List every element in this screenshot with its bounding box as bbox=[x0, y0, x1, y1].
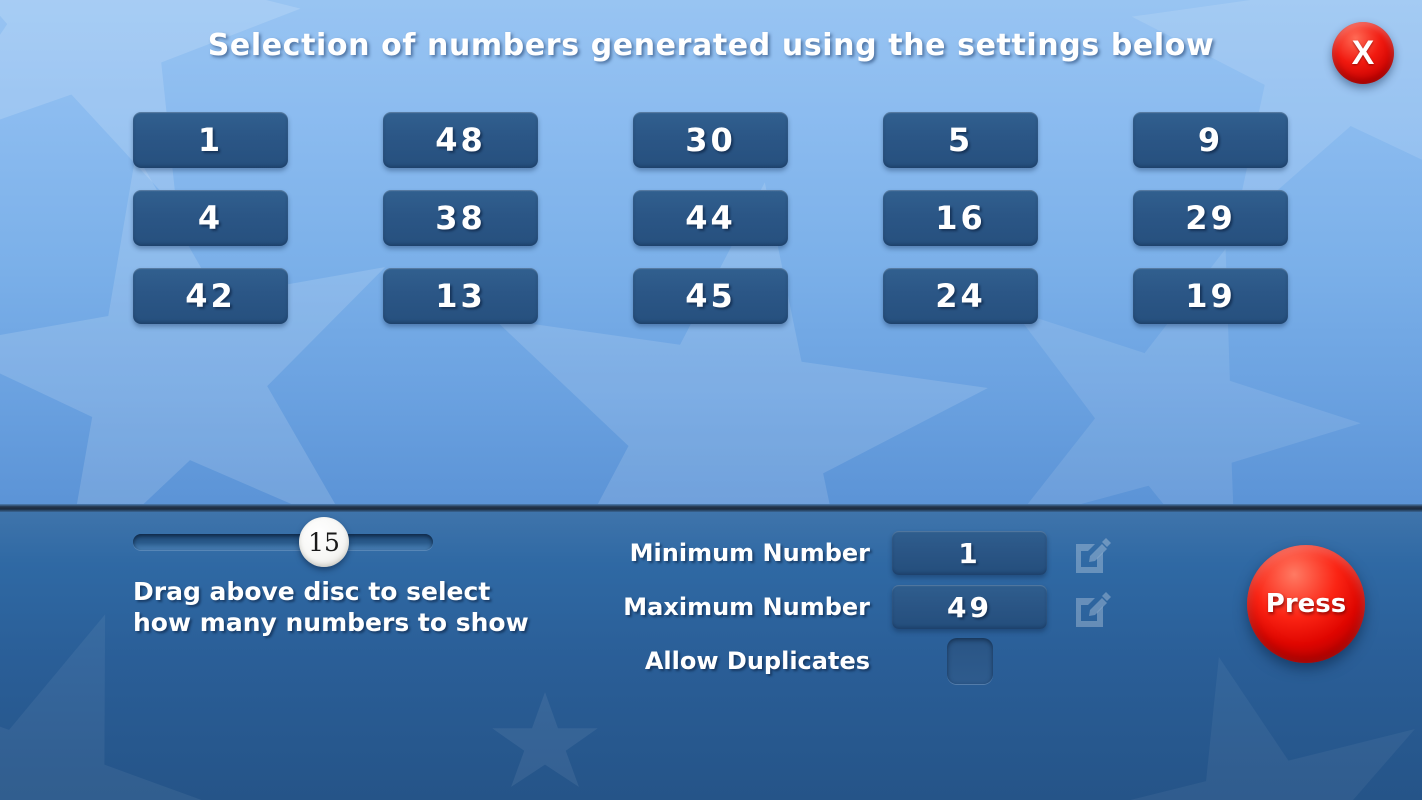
press-button-label: Press bbox=[1265, 589, 1347, 619]
count-slider-caption: Drag above disc to select how many numbe… bbox=[133, 576, 529, 638]
minimum-number-field[interactable]: 1 bbox=[892, 531, 1047, 575]
minimum-number-label: Minimum Number bbox=[629, 539, 870, 567]
press-button[interactable]: Press bbox=[1247, 545, 1365, 663]
number-tile: 5 bbox=[883, 112, 1038, 168]
maximum-number-field[interactable]: 49 bbox=[892, 585, 1047, 629]
allow-duplicates-label: Allow Duplicates bbox=[644, 647, 870, 675]
number-tile: 29 bbox=[1133, 190, 1288, 246]
maximum-number-label: Maximum Number bbox=[623, 593, 870, 621]
settings-rows: Minimum Number 1 Maximum Number 49 Allow… bbox=[600, 526, 1125, 688]
settings-panel: 15 Drag above disc to select how many nu… bbox=[0, 512, 1422, 800]
number-tile: 13 bbox=[383, 268, 538, 324]
number-tile: 16 bbox=[883, 190, 1038, 246]
count-slider-track[interactable]: 15 bbox=[133, 517, 433, 567]
count-slider-value: 15 bbox=[308, 527, 340, 557]
panel-divider bbox=[0, 504, 1422, 512]
close-button[interactable]: X bbox=[1332, 22, 1394, 84]
page-title: Selection of numbers generated using the… bbox=[207, 28, 1215, 63]
number-tile: 9 bbox=[1133, 112, 1288, 168]
number-tile: 24 bbox=[883, 268, 1038, 324]
edit-maximum-icon[interactable] bbox=[1069, 585, 1113, 629]
caption-line-2: how many numbers to show bbox=[133, 608, 529, 637]
results-panel: Selection of numbers generated using the… bbox=[0, 0, 1422, 508]
count-slider[interactable]: 15 bbox=[133, 517, 433, 567]
number-tile: 4 bbox=[133, 190, 288, 246]
close-icon: X bbox=[1351, 34, 1375, 72]
number-tile: 19 bbox=[1133, 268, 1288, 324]
number-tile: 44 bbox=[633, 190, 788, 246]
number-tile: 30 bbox=[633, 112, 788, 168]
generated-numbers-grid: 1 48 30 5 9 4 38 44 16 29 42 13 45 24 19 bbox=[133, 112, 1288, 324]
allow-duplicates-cell bbox=[892, 638, 1047, 684]
edit-minimum-icon[interactable] bbox=[1069, 531, 1113, 575]
number-tile: 1 bbox=[133, 112, 288, 168]
allow-duplicates-checkbox[interactable] bbox=[946, 638, 993, 684]
star-decoration-icon bbox=[492, 692, 598, 788]
count-slider-thumb[interactable]: 15 bbox=[299, 517, 349, 567]
random-number-generator-app: Selection of numbers generated using the… bbox=[0, 0, 1422, 800]
number-tile: 38 bbox=[383, 190, 538, 246]
number-tile: 48 bbox=[383, 112, 538, 168]
number-tile: 42 bbox=[133, 268, 288, 324]
number-tile: 45 bbox=[633, 268, 788, 324]
caption-line-1: Drag above disc to select bbox=[133, 577, 491, 606]
